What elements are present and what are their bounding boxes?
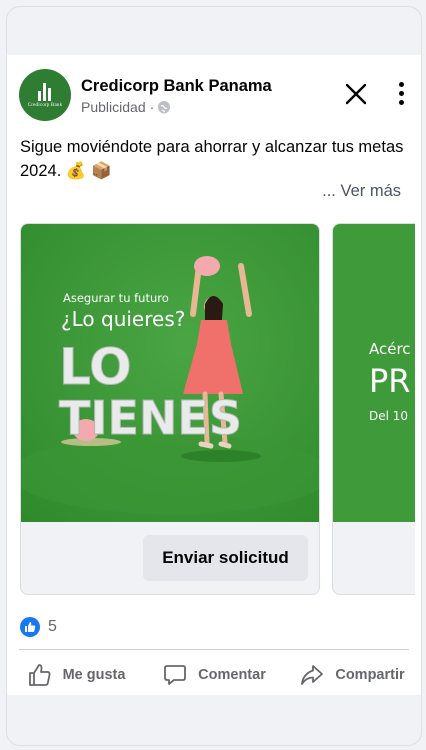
bank-logo-icon xyxy=(38,82,52,101)
reaction-count: 5 xyxy=(48,618,57,635)
avatar-logo-text: Credicorp Bank xyxy=(27,102,63,108)
close-icon[interactable] xyxy=(343,81,369,107)
globe-icon xyxy=(158,101,171,114)
phone-frame: Credicorp Bank Credicorp Bank Panama Pub… xyxy=(6,6,422,746)
ad2-line2: PR xyxy=(369,362,411,400)
ad2-line3: Del 10 xyxy=(369,409,408,423)
more-options-icon[interactable] xyxy=(393,79,409,109)
comment-button[interactable]: Comentar xyxy=(145,655,283,695)
share-button[interactable]: Compartir xyxy=(283,655,421,695)
ad-post: Credicorp Bank Credicorp Bank Panama Pub… xyxy=(7,55,421,695)
post-header: Credicorp Bank Credicorp Bank Panama Pub… xyxy=(19,69,409,121)
divider xyxy=(19,649,409,650)
ad-carousel[interactable]: Asegurar tu futuro ¿Lo quieres? LO TIENE… xyxy=(20,223,415,599)
page-name[interactable]: Credicorp Bank Panama xyxy=(81,77,272,96)
reactions-summary[interactable]: 5 xyxy=(20,617,57,637)
share-icon xyxy=(301,665,324,685)
post-actions: Me gusta Comentar Compartir xyxy=(7,655,421,695)
post-caption: Sigue moviéndote para ahorrar y alcanzar… xyxy=(20,138,404,180)
like-reaction-icon xyxy=(20,617,40,637)
comment-label: Comentar xyxy=(198,667,266,683)
ad2-line1: Acérc xyxy=(369,340,411,358)
ad-image[interactable]: Asegurar tu futuro ¿Lo quieres? LO TIENE… xyxy=(21,224,319,522)
carousel-card[interactable]: Acérc PR Del 10 xyxy=(332,223,415,595)
sponsored-row: Publicidad · xyxy=(81,99,171,115)
sponsored-label[interactable]: Publicidad xyxy=(81,99,146,115)
like-label: Me gusta xyxy=(62,667,126,683)
carousel-card[interactable]: Asegurar tu futuro ¿Lo quieres? LO TIENE… xyxy=(20,223,320,595)
thumbs-up-icon xyxy=(28,664,51,686)
like-button[interactable]: Me gusta xyxy=(7,655,145,695)
page-avatar[interactable]: Credicorp Bank xyxy=(19,69,71,121)
ad-line2: ¿Lo quieres? xyxy=(61,307,185,331)
ad-line1: Asegurar tu futuro xyxy=(63,291,169,305)
comment-icon xyxy=(164,665,187,685)
ad-image[interactable]: Acérc PR Del 10 xyxy=(333,224,415,522)
sponsored-separator: · xyxy=(149,99,155,115)
send-request-button[interactable]: Enviar solicitud xyxy=(143,535,308,581)
ad-headline-2: TIENES xyxy=(59,391,242,445)
ad-headline-1: LO xyxy=(59,338,132,396)
share-label: Compartir xyxy=(335,667,405,683)
see-more-link[interactable]: ... Ver más xyxy=(322,182,401,201)
